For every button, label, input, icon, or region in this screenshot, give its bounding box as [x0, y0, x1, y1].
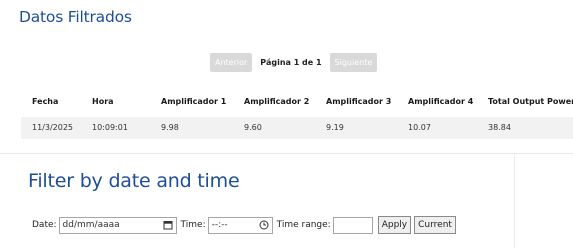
current-button[interactable]: Current	[414, 216, 456, 234]
apply-button[interactable]: Apply	[377, 216, 412, 234]
filter-title: Filter by date and time	[28, 170, 240, 192]
date-field[interactable]: dd/mm/aaaa	[58, 216, 177, 234]
clock-icon[interactable]	[259, 220, 269, 230]
date-label: Date:	[32, 220, 57, 230]
filtered-data-panel: Datos Filtrados Anterior Página 1 de 1 S…	[0, 0, 573, 153]
cell-total-output-power: 38.84	[488, 123, 511, 132]
date-field-value: dd/mm/aaaa	[62, 220, 120, 230]
table-row: 11/3/2025 10:09:01 9.98 9.60 9.19 10.07 …	[21, 117, 573, 139]
time-field-value: --:--	[211, 220, 228, 230]
time-label: Time:	[180, 220, 206, 230]
column-header-amplificador-3: Amplificador 3	[326, 97, 392, 106]
cell-fecha: 11/3/2025	[32, 123, 74, 132]
panel-divider	[0, 153, 573, 154]
time-range-label: Time range:	[276, 220, 331, 230]
column-header-hora: Hora	[92, 97, 114, 106]
column-header-total-output-power: Total Output Power	[488, 97, 573, 106]
cell-amplificador-3: 9.19	[326, 123, 344, 132]
time-range-input[interactable]	[332, 216, 373, 234]
column-header-amplificador-2: Amplificador 2	[244, 97, 310, 106]
time-field[interactable]: --:--	[207, 216, 273, 234]
filter-form: Date: dd/mm/aaaa Time: --:-- Time range:…	[32, 214, 456, 236]
table-header-row: Fecha Hora Amplificador 1 Amplificador 2…	[0, 91, 573, 113]
column-header-fecha: Fecha	[32, 97, 59, 106]
cell-amplificador-1: 9.98	[161, 123, 179, 132]
filter-panel: Filter by date and time Date: dd/mm/aaaa…	[0, 155, 515, 248]
previous-page-button[interactable]: Anterior	[210, 52, 253, 72]
calendar-icon[interactable]	[163, 220, 173, 230]
column-header-amplificador-4: Amplificador 4	[408, 97, 474, 106]
page-indicator: Página 1 de 1	[260, 57, 322, 67]
next-page-button[interactable]: Siguiente	[329, 52, 378, 72]
column-header-amplificador-1: Amplificador 1	[161, 97, 227, 106]
filtered-data-title: Datos Filtrados	[19, 8, 132, 26]
cell-amplificador-2: 9.60	[244, 123, 262, 132]
cell-hora: 10:09:01	[92, 123, 128, 132]
pagination: Anterior Página 1 de 1 Siguiente	[210, 52, 378, 72]
cell-amplificador-4: 10.07	[408, 123, 431, 132]
